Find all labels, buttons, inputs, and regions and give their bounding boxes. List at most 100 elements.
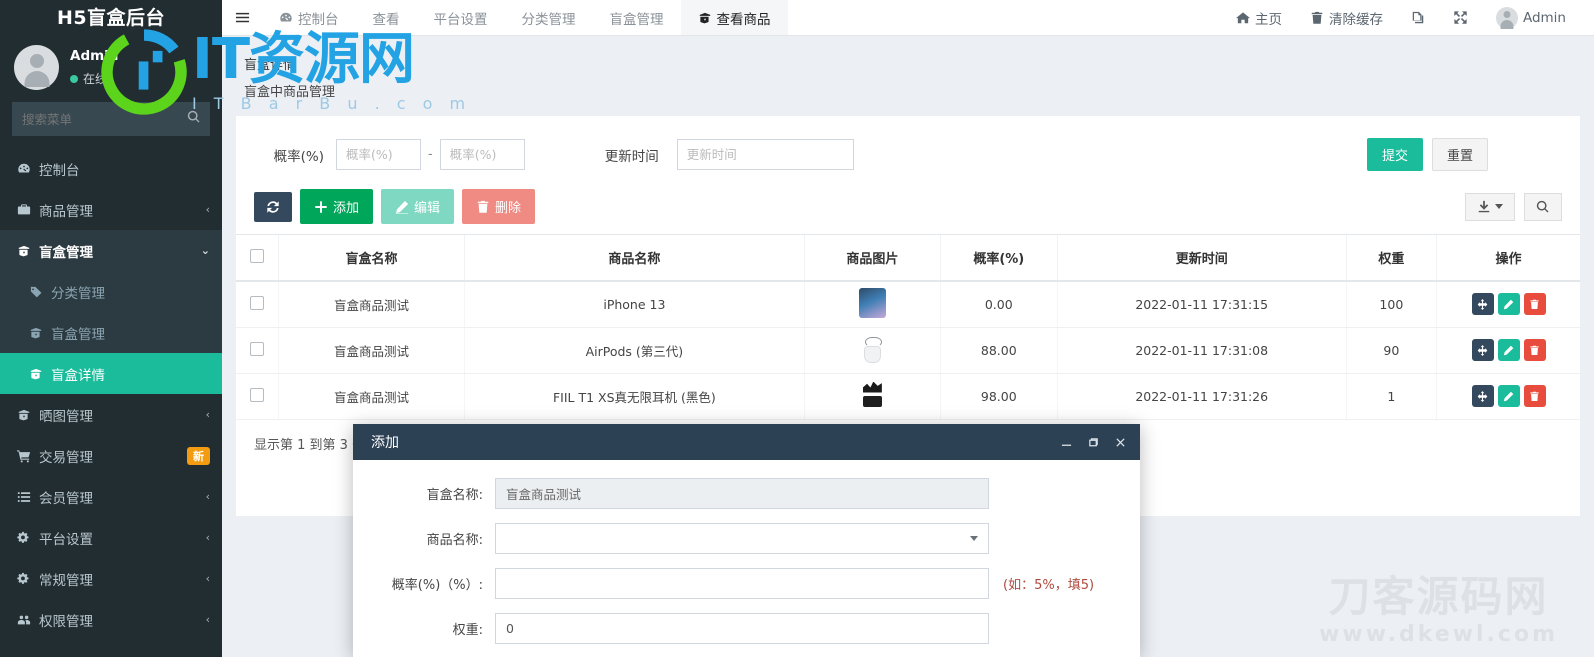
minimize-icon[interactable] [1053,427,1080,457]
copy-button[interactable] [1397,0,1439,36]
tab-fenlei-guanli[interactable]: 分类管理 [505,0,593,35]
fullscreen-button[interactable] [1439,0,1482,36]
delete-row-button[interactable] [1523,385,1546,407]
box-name-label: 盲盒名称: [426,488,483,503]
clear-cache-button[interactable]: 清除缓存 [1296,0,1397,36]
sidebar-item-manghe-xiangqing[interactable]: 盲盒详情 [0,353,222,394]
table-row[interactable]: 盲盒商品测试 iPhone 13 0.00 2022-01-11 17:31:1… [236,281,1580,328]
delete-button-label: 删除 [495,201,522,216]
delete-row-button[interactable] [1523,339,1546,361]
select-all-checkbox[interactable] [249,248,264,263]
probability-min-input[interactable] [336,139,421,170]
update-time-input[interactable] [676,139,854,170]
cell-probability: 98.00 [939,373,1058,420]
refresh-button[interactable] [254,191,292,222]
page-header: 盲盒详情 盲盒中商品管理 [222,36,1594,106]
page-subtitle: 盲盒中商品管理 [244,85,336,100]
column-probability[interactable]: 概率(%) [939,234,1058,282]
sidebar-search[interactable] [12,102,210,136]
avatar-icon [1495,6,1518,29]
move-row-button[interactable] [1471,385,1494,407]
nav-right-group: 主页 清除缓存 Admin [1222,0,1594,35]
search-icon [1536,200,1550,214]
goods-thumbnail [858,287,886,318]
table-row[interactable]: 盲盒商品测试 FIIL T1 XS真无限耳机 (黑色) 98.00 2022-0… [236,373,1580,420]
sidebar-item-pingtai-shezhi[interactable]: 平台设置 ‹ [0,517,222,558]
users-icon [17,613,39,627]
move-row-button[interactable] [1471,339,1494,361]
cell-probability: 0.00 [939,281,1058,328]
sidebar-item-manghe-guanli-sub[interactable]: 盲盒管理 [0,312,222,353]
chevron-left-icon: ‹ [205,572,210,585]
home-button[interactable]: 主页 [1222,0,1296,36]
tab-chakan-shangpin[interactable]: 查看商品 [680,0,788,35]
row-checkbox[interactable] [249,295,264,310]
sidebar-item-kongzhitai[interactable]: 控制台 [0,148,222,189]
chevron-down-icon: ⌄ [200,244,210,257]
probability-max-input[interactable] [439,139,525,170]
trash-icon [476,200,490,214]
sidebar-item-shaitu-guanli[interactable]: 晒图管理 ‹ [0,394,222,435]
tab-manghe-guanli[interactable]: 盲盒管理 [593,0,681,35]
online-dot-icon [70,74,78,83]
row-checkbox-cell [236,327,279,374]
page-title: 盲盒详情 [244,58,297,73]
row-checkbox[interactable] [249,387,264,402]
column-goods-name[interactable]: 商品名称 [463,234,805,282]
column-update-time[interactable]: 更新时间 [1056,234,1347,282]
cell-operations [1436,373,1580,420]
column-goods-image[interactable]: 商品图片 [803,234,941,282]
chevron-left-icon: ‹ [205,613,210,626]
tab-kongzhitai[interactable]: 控制台 [262,0,356,35]
user-menu[interactable]: Admin [1482,0,1580,36]
delete-row-button[interactable] [1523,293,1546,316]
probability-field[interactable] [495,568,989,599]
table-row[interactable]: 盲盒商品测试 AirPods (第三代) 88.00 2022-01-11 17… [236,327,1580,374]
sidebar-item-quanxian-guanli[interactable]: 权限管理 ‹ [0,599,222,640]
sidebar-item-huiyuan-guanli[interactable]: 会员管理 ‹ [0,476,222,517]
avatar [14,44,59,90]
home-icon [1235,11,1250,25]
weight-field[interactable]: 0 [495,613,989,644]
row-checkbox[interactable] [249,341,264,356]
cell-box-name: 盲盒商品测试 [277,373,465,420]
tab-pingtai-shezhi[interactable]: 平台设置 [417,0,505,35]
form-row-weight: 权重: 0 [353,613,1140,644]
sidebar-item-manghe-guanli[interactable]: 盲盒管理 ⌄ [0,230,222,271]
cell-goods-name: FIIL T1 XS真无限耳机 (黑色) [463,373,805,420]
delete-button[interactable]: 删除 [462,189,536,224]
sidebar-item-shangpinguanli[interactable]: 商品管理 ‹ [0,189,222,230]
maximize-icon[interactable] [1080,427,1107,457]
close-icon[interactable] [1107,427,1134,457]
edit-row-button[interactable] [1497,293,1520,316]
goods-name-select[interactable] [495,523,989,554]
goods-name-label: 商品名称: [426,533,483,548]
sidebar-item-jiaoyi-guanli[interactable]: 交易管理 新 [0,435,222,476]
column-box-name[interactable]: 盲盒名称 [277,234,465,282]
export-dropdown-button[interactable] [1465,192,1515,221]
search-input[interactable] [12,102,210,136]
trash-icon [1310,11,1324,25]
reset-button[interactable]: 重置 [1431,138,1488,171]
edit-button[interactable]: 编辑 [381,189,455,224]
move-row-button[interactable] [1471,293,1494,316]
cell-goods-image [803,327,941,374]
user-status: 在线 [70,70,118,88]
sidebar-item-label: 商品管理 [39,203,93,220]
edit-row-button[interactable] [1497,385,1520,407]
table-search-button[interactable] [1524,192,1562,221]
cell-box-name: 盲盒商品测试 [277,281,465,328]
edit-row-button[interactable] [1497,339,1520,361]
search-icon [187,110,201,124]
hamburger-icon[interactable] [222,0,262,35]
sidebar-item-label: 交易管理 [39,449,93,466]
goods-thumbnail [858,333,886,364]
sidebar-item-fenlei-guanli[interactable]: 分类管理 [0,271,222,312]
add-button[interactable]: 添加 [300,189,374,224]
probability-hint: (如：5%，填5) [1003,578,1095,593]
submit-button[interactable]: 提交 [1366,138,1423,171]
column-select-all [236,234,279,282]
tab-chakan[interactable]: 查看 [356,0,417,35]
sidebar-item-changgui-guanli[interactable]: 常规管理 ‹ [0,558,222,599]
column-weight[interactable]: 权重 [1345,234,1437,282]
